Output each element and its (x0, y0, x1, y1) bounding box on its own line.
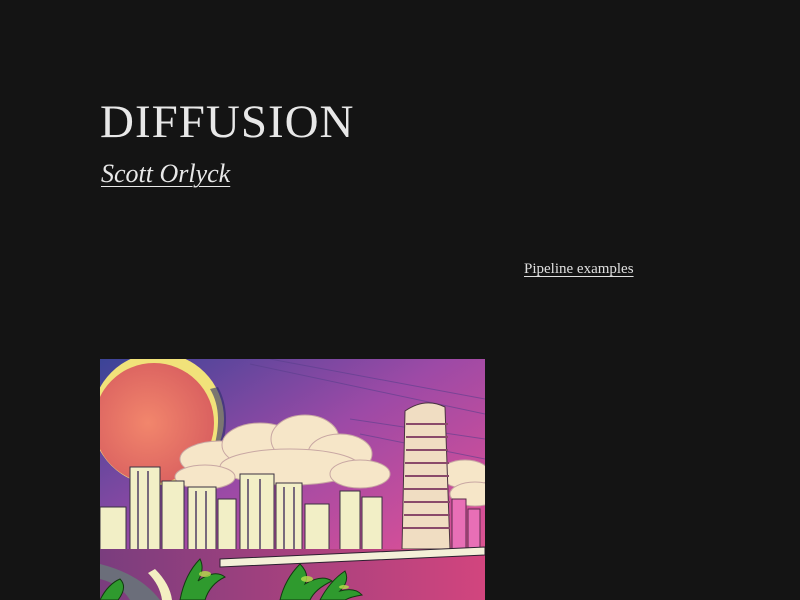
site-title: DIFFUSION (100, 96, 355, 148)
author-link[interactable]: Scott Orlyck (101, 157, 230, 191)
tower (401, 402, 451, 550)
pipeline-examples-link[interactable]: Pipeline examples (524, 259, 634, 279)
post-image[interactable] (100, 359, 485, 600)
